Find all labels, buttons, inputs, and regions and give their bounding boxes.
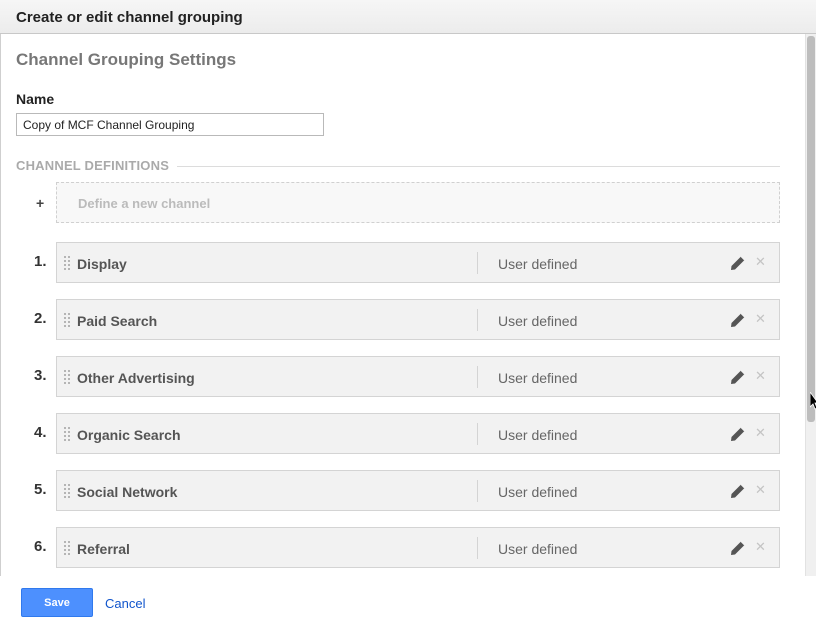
channel-name: Display (77, 256, 127, 272)
channel-type: User defined (498, 484, 578, 500)
channel-type: User defined (498, 427, 578, 443)
scrollbar-thumb[interactable] (807, 36, 815, 422)
mouse-cursor-icon (810, 392, 816, 410)
drag-handle-icon[interactable] (64, 484, 70, 498)
close-icon[interactable]: ✕ (755, 482, 766, 498)
section-title: Channel Grouping Settings (16, 50, 237, 69)
divider (177, 166, 780, 167)
close-icon[interactable]: ✕ (755, 539, 766, 555)
pencil-icon[interactable] (730, 426, 746, 442)
channel-rank: 4. (34, 424, 47, 441)
channel-rank: 6. (34, 538, 47, 555)
channel-row[interactable]: Organic Search User defined ✕ (56, 413, 780, 454)
row-divider (477, 480, 478, 502)
name-input[interactable] (16, 113, 324, 136)
pencil-icon[interactable] (730, 312, 746, 328)
row-divider (477, 309, 478, 331)
pencil-icon[interactable] (730, 540, 746, 556)
name-label: Name (16, 91, 55, 107)
dialog-titlebar: Create or edit channel grouping (0, 0, 816, 34)
channel-rank: 5. (34, 481, 47, 498)
cancel-link[interactable]: Cancel (105, 596, 145, 611)
close-icon[interactable]: ✕ (755, 311, 766, 327)
add-channel-icon[interactable]: + (36, 195, 44, 211)
drag-handle-icon[interactable] (64, 313, 70, 327)
channel-definitions-header: CHANNEL DEFINITIONS (16, 158, 170, 173)
channel-row[interactable]: Other Advertising User defined ✕ (56, 356, 780, 397)
drag-handle-icon[interactable] (64, 541, 70, 555)
channel-grouping-dialog: Create or edit channel grouping Channel … (0, 0, 816, 627)
row-divider (477, 252, 478, 274)
define-new-channel-label: Define a new channel (78, 196, 211, 211)
define-new-channel-button[interactable]: Define a new channel (56, 182, 780, 223)
pencil-icon[interactable] (730, 369, 746, 385)
channel-type: User defined (498, 256, 578, 272)
dialog-title: Create or edit channel grouping (16, 9, 243, 26)
dialog-content: Channel Grouping Settings Name CHANNEL D… (0, 34, 805, 576)
channel-row[interactable]: Referral User defined ✕ (56, 527, 780, 568)
dialog-footer: Save Cancel (0, 576, 816, 627)
close-icon[interactable]: ✕ (755, 254, 766, 270)
channel-type: User defined (498, 313, 578, 329)
scrollbar[interactable] (805, 34, 816, 576)
drag-handle-icon[interactable] (64, 427, 70, 441)
close-icon[interactable]: ✕ (755, 425, 766, 441)
channel-name: Social Network (77, 484, 178, 500)
channel-name: Referral (77, 541, 130, 557)
channel-rank: 2. (34, 310, 47, 327)
drag-handle-icon[interactable] (64, 370, 70, 384)
channel-name: Organic Search (77, 427, 181, 443)
pencil-icon[interactable] (730, 255, 746, 271)
pencil-icon[interactable] (730, 483, 746, 499)
channel-name: Paid Search (77, 313, 158, 329)
channel-row[interactable]: Social Network User defined ✕ (56, 470, 780, 511)
channel-row[interactable]: Paid Search User defined ✕ (56, 299, 780, 340)
drag-handle-icon[interactable] (64, 256, 70, 270)
channel-type: User defined (498, 541, 578, 557)
channel-rank: 1. (34, 253, 47, 270)
row-divider (477, 537, 478, 559)
channel-row[interactable]: Display User defined ✕ (56, 242, 780, 283)
row-divider (477, 423, 478, 445)
channel-name: Other Advertising (77, 370, 195, 386)
channel-rank: 3. (34, 367, 47, 384)
row-divider (477, 366, 478, 388)
channel-type: User defined (498, 370, 578, 386)
save-button[interactable]: Save (21, 588, 93, 617)
close-icon[interactable]: ✕ (755, 368, 766, 384)
